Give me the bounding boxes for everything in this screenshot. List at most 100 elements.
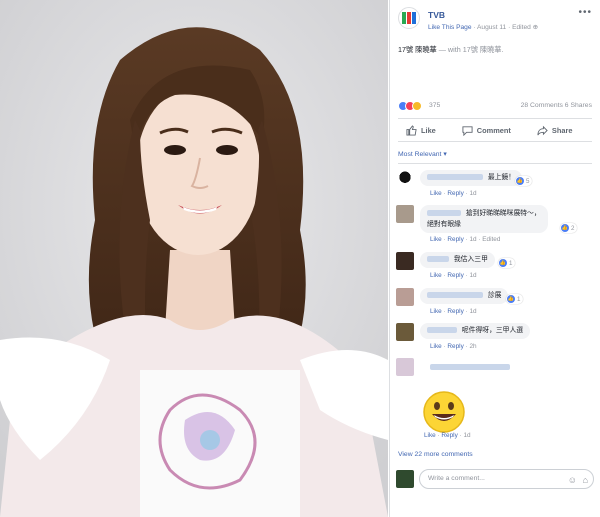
emoji-icon[interactable]: ☺	[568, 475, 577, 485]
blurred-name[interactable]	[427, 292, 483, 299]
comment-meta: Like · Reply · 1d	[424, 432, 471, 439]
blurred-name[interactable]	[427, 256, 449, 263]
post-stats: 375 28 Comments 6 Shares	[398, 100, 592, 114]
comment-reply-link[interactable]: Reply	[447, 343, 463, 350]
comment-bubble: 診展	[420, 288, 509, 304]
post-text-main: 17號 陳曉華	[398, 45, 437, 54]
like-reaction-icon: 👍	[516, 177, 524, 185]
avatar[interactable]	[396, 252, 414, 270]
comment-item: 呢件得呀，三甲人選 Like · Reply · 2h	[396, 323, 596, 353]
reactions-count[interactable]: 375	[429, 102, 440, 109]
comment-meta: Like · Reply · 1d	[430, 308, 477, 315]
reaction-icons[interactable]	[398, 101, 422, 111]
comment-item: 最上鏡！ 👍 5 Like · Reply · 1d	[396, 170, 596, 200]
camera-icon[interactable]: ⌂	[583, 475, 588, 485]
comment-bubble: 搶到好睇睇睇咪展特～， 絕對有眼緣	[420, 205, 548, 233]
comment-like-link[interactable]: Like	[430, 308, 442, 315]
post-photo[interactable]	[0, 0, 388, 517]
thumb-up-icon	[406, 124, 417, 136]
write-comment-row: Write a comment... ☺ ⌂	[396, 468, 594, 490]
comment-text-line2: 絕對有眼緣	[427, 221, 461, 228]
blurred-name[interactable]	[427, 210, 461, 217]
share-icon	[537, 125, 548, 135]
comment-time[interactable]: 1d	[469, 272, 476, 279]
comment-text: 診展	[487, 292, 502, 299]
haha-reaction-icon	[412, 101, 422, 111]
comment-item: 搶到好睇睇睇咪展特～， 絕對有眼緣 👍 2 Like · Reply · 1d ·…	[396, 205, 596, 247]
globe-icon: ⊕	[532, 24, 539, 31]
divider	[398, 163, 592, 164]
like-page-link[interactable]: Like This Page	[428, 24, 472, 31]
post-actions: Like Comment Share	[398, 118, 592, 142]
post-meta: Like This Page · August 11 · Edited ⊕	[428, 24, 539, 31]
comment-reply-link[interactable]: Reply	[447, 308, 463, 315]
user-avatar[interactable]	[396, 470, 414, 488]
comments-count[interactable]: 28 Comments	[521, 102, 563, 109]
comment-edited[interactable]: Edited	[482, 236, 500, 243]
avatar[interactable]	[396, 288, 414, 306]
comment-reply-link[interactable]: Reply	[441, 432, 457, 439]
post-date[interactable]: August 11	[477, 24, 506, 31]
comment-input-placeholder: Write a comment...	[428, 475, 485, 482]
blurred-name[interactable]	[430, 364, 510, 370]
comment-text: 我估入三甲	[453, 256, 488, 263]
comment-time[interactable]: 1d	[469, 236, 476, 243]
comment-time[interactable]: 2h	[469, 343, 476, 350]
avatar[interactable]	[396, 323, 414, 341]
comment-reply-link[interactable]: Reply	[447, 272, 463, 279]
portrait-image	[0, 0, 388, 517]
tvb-logo-icon	[402, 12, 416, 24]
comment-text: 搶到好睇睇睇咪展特～，	[465, 210, 541, 217]
comment-meta: Like · Reply · 2h	[430, 343, 477, 350]
comment-time[interactable]: 1d	[469, 308, 476, 315]
comment-time[interactable]: 1d	[469, 190, 476, 197]
view-more-comments-link[interactable]: View 22 more comments	[398, 451, 473, 458]
comment-icon	[462, 125, 473, 136]
edited-label[interactable]: Edited	[512, 24, 531, 31]
page-name[interactable]: TVB	[428, 10, 445, 20]
like-reaction-icon: 👍	[561, 224, 569, 232]
comment-bubble: 最上鏡！	[420, 170, 523, 186]
comment-item: 我估入三甲 👍 1 Like · Reply · 1d	[396, 252, 596, 282]
tvb-logo[interactable]	[398, 7, 420, 29]
smiley-sticker-icon	[422, 390, 466, 434]
avatar[interactable]	[396, 205, 414, 223]
comment-like-link[interactable]: Like	[424, 432, 436, 439]
like-reaction-icon: 👍	[507, 295, 515, 303]
comment-reply-link[interactable]: Reply	[447, 236, 463, 243]
post-header: TVB Like This Page · August 11 · Edited …	[398, 7, 592, 37]
comment-like-link[interactable]: Like	[430, 343, 442, 350]
comment-input[interactable]: Write a comment... ☺ ⌂	[419, 469, 594, 489]
sort-comments-dropdown[interactable]: Most Relevant ▾	[398, 150, 447, 158]
post-text-with[interactable]: — with 17號 陳曉華.	[439, 45, 504, 54]
comment-meta: Like · Reply · 1d · Edited	[430, 236, 501, 243]
comment-like-count[interactable]: 👍 1	[498, 258, 516, 268]
more-options-icon[interactable]: •••	[578, 7, 592, 18]
comment-item: 診展 👍 1 Like · Reply · 1d	[396, 288, 596, 318]
comment-like-link[interactable]: Like	[430, 272, 442, 279]
comment-like-count[interactable]: 👍 2	[560, 223, 578, 233]
shares-count[interactable]: 6 Shares	[565, 102, 592, 109]
blurred-name[interactable]	[427, 327, 457, 334]
comment-like-link[interactable]: Like	[430, 190, 442, 197]
comment-bubble: 呢件得呀，三甲人選	[420, 323, 531, 339]
share-button[interactable]: Share	[537, 125, 572, 136]
comment-bubble: 我估入三甲	[420, 252, 495, 268]
comment-text: 最上鏡！	[487, 174, 516, 181]
comment-like-count[interactable]: 👍 5	[515, 176, 533, 186]
blurred-name[interactable]	[427, 174, 483, 181]
comment-like-count[interactable]: 👍 1	[506, 294, 524, 304]
comment-reply-link[interactable]: Reply	[447, 190, 463, 197]
like-button[interactable]: Like	[406, 124, 436, 136]
comment-like-link[interactable]: Like	[430, 236, 442, 243]
like-reaction-icon: 👍	[499, 259, 507, 267]
avatar[interactable]	[396, 358, 414, 376]
post-text: 17號 陳曉華 — with 17號 陳曉華.	[398, 45, 503, 55]
comment-text: 呢件得呀，三甲人選	[461, 327, 524, 334]
comment-meta: Like · Reply · 1d	[430, 272, 477, 279]
comment-button[interactable]: Comment	[462, 125, 511, 136]
comment-time[interactable]: 1d	[463, 432, 470, 439]
avatar[interactable]	[396, 170, 414, 188]
comment-item: 😀 Like · Reply · 1d	[396, 358, 596, 442]
comment-meta: Like · Reply · 1d	[430, 190, 477, 197]
